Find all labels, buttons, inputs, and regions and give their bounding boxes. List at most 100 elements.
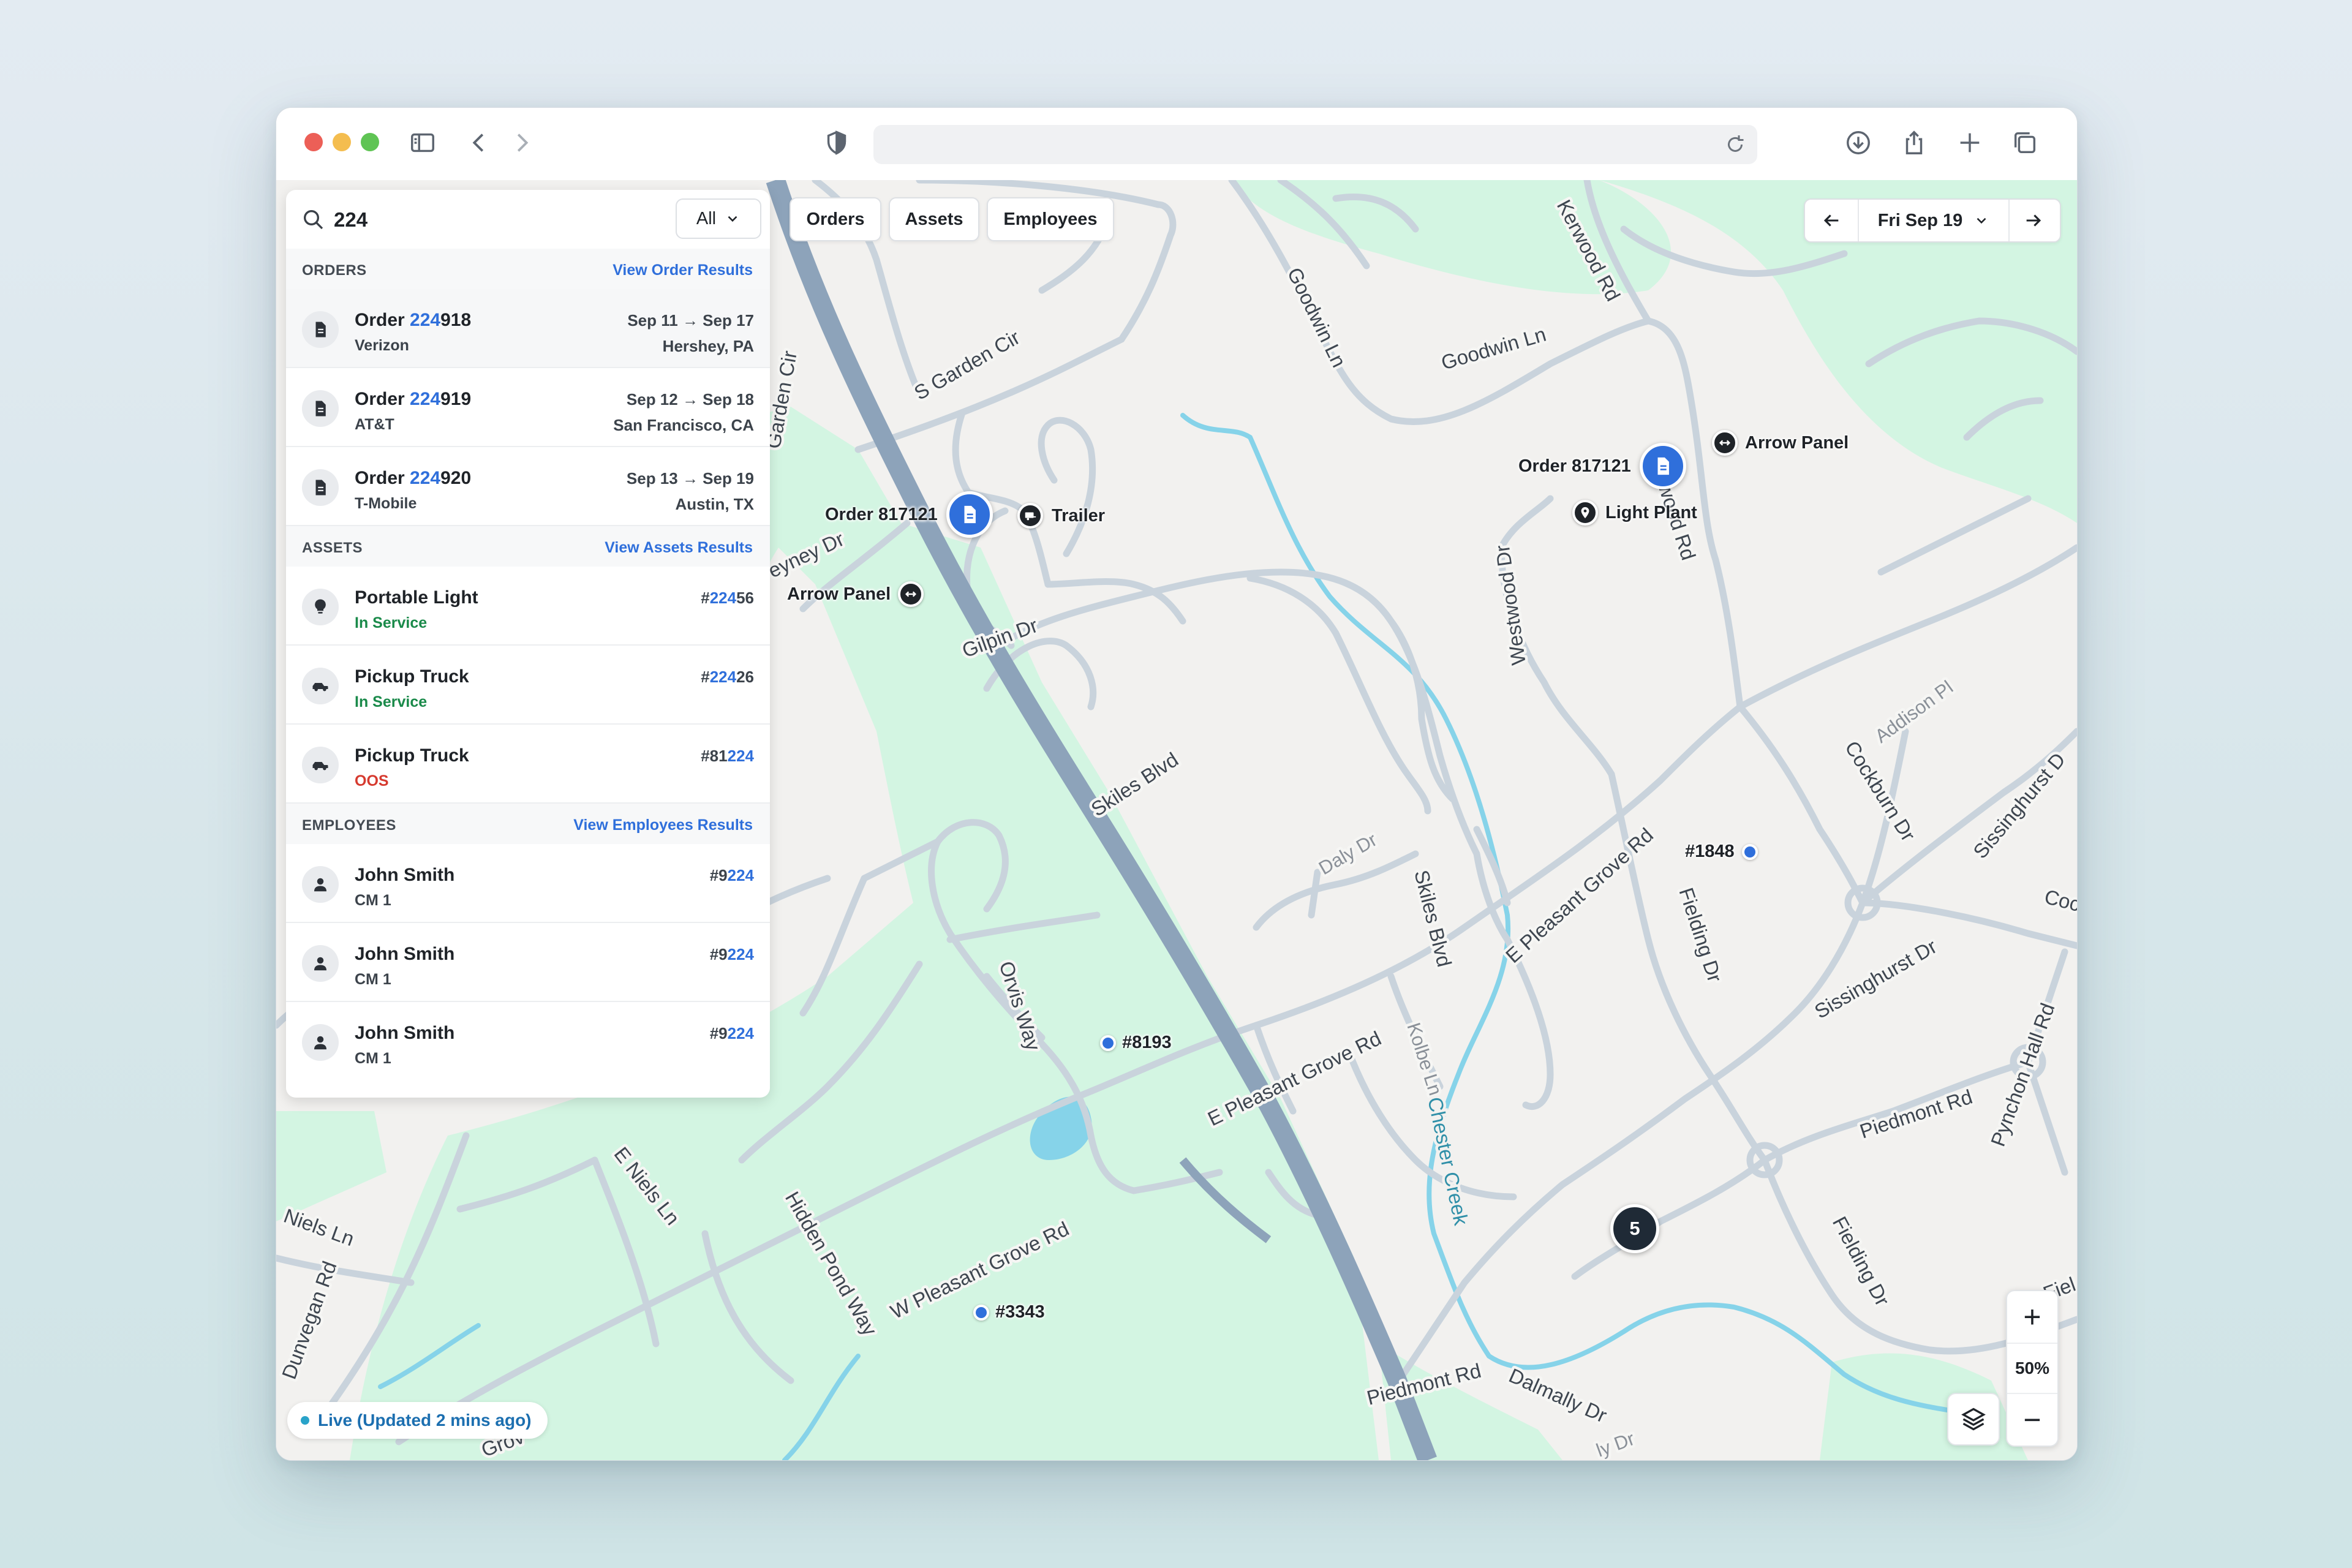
road-label: Fielding Dr: [1675, 885, 1726, 985]
zoom-control: + 50% −: [2006, 1290, 2059, 1447]
live-status-text: Live (Updated 2 mins ago): [318, 1411, 532, 1430]
road-label: Dalmally Dr: [1506, 1364, 1610, 1427]
order-dates: Sep 13 → Sep 19: [626, 469, 754, 488]
light-plant-marker[interactable]: Light Plant: [1572, 500, 1697, 526]
search-bar: All: [286, 190, 770, 250]
share-icon[interactable]: [1900, 129, 1928, 157]
layers-button[interactable]: [1947, 1393, 2000, 1446]
arrow-panel-marker[interactable]: Arrow Panel: [1712, 430, 1849, 456]
road-label: Addison Pl: [1871, 676, 1957, 747]
road-label: Goodwin Ln: [1283, 264, 1351, 371]
arrow-panel-marker[interactable]: Arrow Panel: [787, 581, 924, 607]
person-icon: [302, 945, 339, 982]
road-label: Westwood Dr: [1491, 543, 1530, 666]
view-order-results-link[interactable]: View Order Results: [612, 262, 753, 279]
unit-marker-label: #3343: [995, 1302, 1045, 1322]
view-employees-results-link[interactable]: View Employees Results: [573, 816, 753, 834]
document-icon: [1639, 443, 1686, 489]
employees-section-title: EMPLOYEES: [302, 817, 396, 834]
view-assets-results-link[interactable]: View Assets Results: [605, 539, 753, 557]
asset-name: Portable Light: [355, 587, 478, 608]
trailer-marker-label: Trailer: [1052, 505, 1106, 526]
next-day-button[interactable]: [2007, 200, 2060, 241]
chevron-down-icon: [1977, 217, 1986, 224]
employee-name: John Smith: [355, 944, 455, 964]
back-icon[interactable]: [465, 129, 493, 157]
date-navigator: Fri Sep 19: [1804, 198, 2061, 243]
asset-status: In Service: [355, 614, 428, 631]
arrow-panel-icon: [898, 581, 924, 607]
order-marker-label: Order 817121: [825, 504, 938, 524]
employee-result-item[interactable]: John Smith CM 1 #9224: [286, 923, 770, 1002]
new-tab-icon[interactable]: [1956, 129, 1984, 157]
arrow-panel-icon: [1712, 430, 1738, 456]
search-filter-dropdown[interactable]: All: [676, 198, 761, 239]
search-icon: [301, 207, 325, 232]
document-icon: [302, 469, 339, 506]
truck-icon: [302, 668, 339, 704]
zoom-level: 50%: [2007, 1343, 2057, 1394]
road-label: Dunvegan Rd: [277, 1258, 341, 1382]
unit-marker-label: #1848: [1685, 842, 1735, 861]
search-input[interactable]: [333, 202, 678, 238]
order-title: Order 224919: [355, 389, 472, 409]
orders-filter-chip[interactable]: Orders: [790, 197, 881, 241]
asset-status: In Service: [355, 693, 428, 710]
road-label: Kolbe Ln: [1403, 1020, 1446, 1098]
asset-result-item[interactable]: Pickup Truck In Service #22426: [286, 646, 770, 725]
document-icon: [302, 390, 339, 427]
order-title: Order 224918: [355, 310, 472, 330]
reload-icon[interactable]: [1724, 134, 1746, 156]
road-label: Fielding Dr: [1828, 1213, 1894, 1310]
map-view[interactable]: Garden Cir S Garden Cir Goodwin Ln Goodw…: [276, 180, 2077, 1460]
employee-result-item[interactable]: John Smith CM 1 #9224: [286, 844, 770, 923]
address-bar[interactable]: [873, 125, 1757, 164]
layers-icon: [1961, 1408, 1986, 1431]
employees-filter-chip[interactable]: Employees: [987, 197, 1114, 241]
asset-name: Pickup Truck: [355, 745, 469, 766]
forward-icon[interactable]: [508, 129, 536, 157]
unit-marker[interactable]: #8193: [1100, 1033, 1172, 1053]
search-filter-label: All: [696, 208, 717, 228]
zoom-out-button[interactable]: −: [2007, 1394, 2057, 1446]
download-icon[interactable]: [1844, 129, 1872, 157]
live-dot: [301, 1416, 309, 1425]
road-label: Sissinghurst Dr: [1811, 935, 1940, 1023]
road-label: ly Dr: [1593, 1428, 1637, 1460]
employee-role: CM 1: [355, 1050, 391, 1067]
order-result-item[interactable]: Order 224919 AT&T Sep 12 → Sep 18 San Fr…: [286, 368, 770, 447]
trailer-marker[interactable]: Trailer: [1017, 503, 1105, 529]
arrow-panel-marker-label: Arrow Panel: [787, 584, 891, 604]
date-picker-button[interactable]: Fri Sep 19: [1858, 200, 2010, 241]
zoom-in-button[interactable]: +: [2007, 1291, 2057, 1343]
asset-result-item[interactable]: Portable Light In Service #22456: [286, 567, 770, 646]
order-location: Hershey, PA: [662, 337, 754, 355]
marker-cluster[interactable]: 5: [1610, 1204, 1659, 1253]
search-results-panel: All ORDERS View Order Results Order 2249…: [286, 190, 770, 1098]
employee-id: #9224: [709, 1024, 754, 1042]
employee-result-item[interactable]: John Smith CM 1 #9224: [286, 1002, 770, 1081]
previous-day-button[interactable]: [1805, 200, 1858, 241]
order-marker[interactable]: Order 817121: [825, 491, 993, 538]
unit-marker[interactable]: #1848: [1685, 842, 1758, 862]
bulb-icon: [302, 589, 339, 625]
close-window-button[interactable]: [304, 133, 323, 151]
date-label: Fri Sep 19: [1877, 210, 1963, 230]
order-dates: Sep 11 → Sep 17: [627, 311, 754, 330]
assets-filter-chip[interactable]: Assets: [889, 197, 979, 241]
sidebar-icon[interactable]: [409, 129, 437, 157]
tabs-icon[interactable]: [2011, 129, 2039, 157]
unit-marker[interactable]: #3343: [973, 1302, 1045, 1322]
orders-section-header: ORDERS View Order Results: [286, 249, 770, 290]
order-result-item[interactable]: Order 224920 T-Mobile Sep 13 → Sep 19 Au…: [286, 447, 770, 526]
live-status-badge: Live (Updated 2 mins ago): [287, 1402, 548, 1439]
maximize-window-button[interactable]: [361, 133, 379, 151]
asset-result-item[interactable]: Pickup Truck OOS #81224: [286, 725, 770, 804]
road-label: Niels Ln: [281, 1204, 358, 1251]
minimize-window-button[interactable]: [333, 133, 351, 151]
shield-icon[interactable]: [823, 129, 851, 157]
order-marker[interactable]: Order 817121: [1518, 443, 1686, 489]
asset-name: Pickup Truck: [355, 666, 469, 687]
order-result-item[interactable]: Order 224918 Verizon Sep 11 → Sep 17 Her…: [286, 289, 770, 368]
person-icon: [302, 866, 339, 903]
